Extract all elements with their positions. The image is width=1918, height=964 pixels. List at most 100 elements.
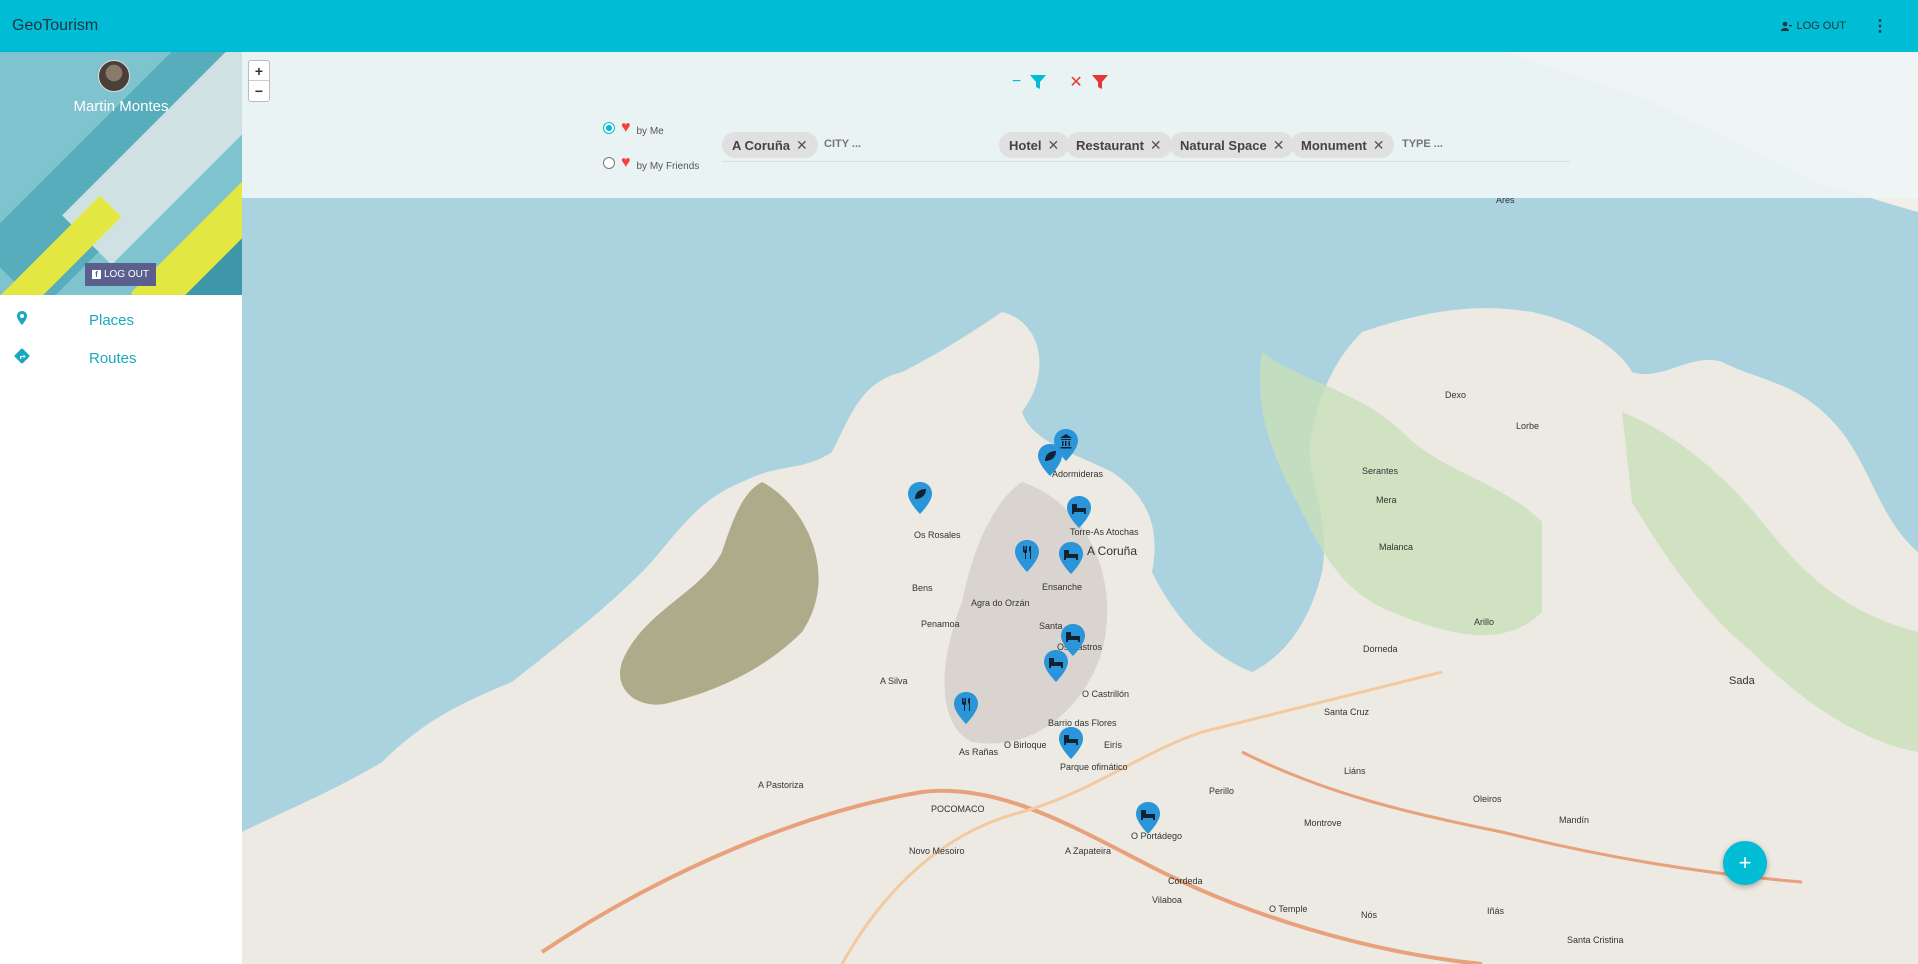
- map-place-label: POCOMACO: [931, 804, 985, 814]
- profile-name: Martin Montes: [73, 98, 169, 115]
- map-place-label: A Coruña: [1087, 544, 1138, 558]
- remove-chip-icon[interactable]: ✕: [1273, 137, 1285, 154]
- map-place-label: As Rañas: [959, 747, 999, 757]
- city-chip[interactable]: A Coruña ✕: [722, 132, 818, 158]
- map-pin-icon: [17, 311, 27, 325]
- map-place-label: Novo Mesoiro: [909, 846, 965, 856]
- type-chip-label: Monument: [1301, 137, 1367, 153]
- map-place-label: Serantes: [1362, 466, 1399, 476]
- type-chip-natural-space[interactable]: Natural Space ✕: [1170, 132, 1295, 158]
- map-place-label: Oleiros: [1473, 794, 1502, 804]
- map-view[interactable]: Dexo Lorbe Serantes Mera Ares Adormidera…: [242, 52, 1918, 964]
- city-chip-label: A Coruña: [732, 137, 791, 153]
- heart-icon: ♥: [621, 118, 631, 136]
- radio-by-me-label: by Me: [636, 126, 664, 137]
- sidebar-item-places[interactable]: Places: [0, 302, 242, 338]
- map-place-label: Os Rosales: [914, 530, 961, 540]
- map-place-label: Santa: [1039, 621, 1063, 631]
- top-app-bar: GeoTourism LOG OUT ⋮: [0, 0, 1918, 52]
- natural-space-marker[interactable]: [908, 482, 932, 514]
- map-place-label: A Pastoriza: [758, 780, 804, 790]
- radio-by-me[interactable]: ♥ by Me: [603, 118, 664, 137]
- sidebar-item-label: Places: [89, 312, 135, 329]
- filter-panel: + − − ✕ ♥ by Me ♥ by My Friends A Coruña…: [242, 52, 1918, 198]
- type-chip-label: Natural Space: [1180, 137, 1267, 153]
- map-place-label: Perillo: [1209, 786, 1235, 796]
- radio-by-me-indicator[interactable]: [603, 121, 615, 134]
- add-place-button[interactable]: +: [1723, 841, 1767, 885]
- zoom-in-button[interactable]: +: [249, 61, 269, 81]
- map-place-label: Mandín: [1559, 815, 1590, 825]
- remove-chip-icon[interactable]: ✕: [1373, 137, 1385, 154]
- map-place-label: Iñás: [1487, 906, 1505, 916]
- zoom-out-button[interactable]: −: [249, 81, 269, 101]
- filter-icon: [1030, 75, 1047, 89]
- hotel-marker[interactable]: [1059, 727, 1083, 759]
- sidebar-item-routes[interactable]: Routes: [0, 340, 242, 376]
- facebook-icon: f: [92, 270, 101, 279]
- radio-by-friends-label: by My Friends: [636, 161, 700, 172]
- sidebar-item-label: Routes: [89, 350, 137, 367]
- user-remove-icon: [1781, 21, 1793, 31]
- filter-chips-row: A Coruña ✕ Hotel ✕ Restaurant ✕ Natural …: [722, 132, 1570, 162]
- clear-filter-label: ✕: [1069, 74, 1083, 91]
- map-place-label: Ensanche: [1042, 582, 1083, 592]
- map-place-label: Vilaboa: [1152, 895, 1182, 905]
- map-place-label: Santa Cristina: [1567, 935, 1624, 945]
- type-chip-restaurant[interactable]: Restaurant ✕: [1066, 132, 1172, 158]
- directions-icon: [14, 348, 30, 364]
- map-place-label: Parque ofimático: [1060, 762, 1128, 772]
- clear-filter-button[interactable]: ✕: [1069, 72, 1108, 92]
- city-input[interactable]: [824, 138, 944, 150]
- header-logout-button[interactable]: LOG OUT: [1781, 20, 1846, 32]
- hotel-marker[interactable]: [1059, 542, 1083, 574]
- map-place-label: Eirís: [1104, 740, 1122, 750]
- remove-chip-icon[interactable]: ✕: [796, 137, 808, 154]
- map-place-label: O Temple: [1269, 904, 1308, 914]
- restaurant-marker[interactable]: [1015, 540, 1039, 572]
- type-input[interactable]: [1402, 138, 1522, 150]
- map-place-label: Arillo: [1474, 617, 1495, 627]
- map-place-label: A Silva: [880, 676, 908, 686]
- map-place-label: Mera: [1376, 495, 1397, 505]
- natural-space-marker[interactable]: [1038, 444, 1062, 476]
- hotel-marker[interactable]: [1067, 496, 1091, 528]
- collapse-filter-label: −: [1012, 73, 1022, 90]
- heart-icon: ♥: [621, 153, 631, 171]
- facebook-logout-button[interactable]: f LOG OUT: [85, 263, 157, 286]
- map-place-label: Sada: [1729, 675, 1755, 687]
- restaurant-marker[interactable]: [954, 692, 978, 724]
- collapse-filter-button[interactable]: −: [1012, 73, 1047, 91]
- map-place-label: Bens: [912, 583, 933, 593]
- zoom-control: + −: [248, 60, 270, 102]
- map-place-label: Lorbe: [1516, 421, 1540, 431]
- map-place-label: Torre-As Atochas: [1070, 527, 1139, 537]
- map-place-label: Penamoa: [921, 619, 960, 629]
- filter-remove-icon: [1091, 75, 1108, 89]
- more-vert-icon[interactable]: ⋮: [1872, 16, 1888, 36]
- header-logout-label: LOG OUT: [1796, 20, 1846, 32]
- hotel-marker[interactable]: [1136, 802, 1160, 834]
- remove-chip-icon[interactable]: ✕: [1150, 137, 1162, 154]
- map-place-label: Cordeda: [1168, 876, 1203, 886]
- filter-actions: − ✕: [1012, 72, 1109, 92]
- map-place-label: A Zapateira: [1065, 846, 1112, 856]
- type-chip-hotel[interactable]: Hotel ✕: [999, 132, 1070, 158]
- hotel-marker[interactable]: [1044, 650, 1068, 682]
- radio-by-friends-indicator[interactable]: [603, 156, 615, 169]
- type-chip-label: Restaurant: [1076, 137, 1144, 153]
- sidebar: Martin Montes f LOG OUT Places Routes: [0, 52, 242, 964]
- map-place-label: Malanca: [1379, 542, 1414, 552]
- map-place-label: Dorneda: [1363, 644, 1398, 654]
- map-place-label: Santa Cruz: [1324, 707, 1370, 717]
- profile-header: Martin Montes f LOG OUT: [0, 52, 242, 295]
- map-place-label: Nós: [1361, 910, 1378, 920]
- radio-by-friends[interactable]: ♥ by My Friends: [603, 153, 699, 172]
- map-place-label: O Castrillón: [1082, 689, 1130, 699]
- type-chip-monument[interactable]: Monument ✕: [1291, 132, 1395, 158]
- app-title: GeoTourism: [12, 17, 99, 34]
- map-place-label: Liáns: [1344, 766, 1366, 776]
- type-chip-label: Hotel: [1009, 137, 1042, 153]
- map-place-label: Montrove: [1304, 818, 1342, 828]
- remove-chip-icon[interactable]: ✕: [1048, 137, 1060, 154]
